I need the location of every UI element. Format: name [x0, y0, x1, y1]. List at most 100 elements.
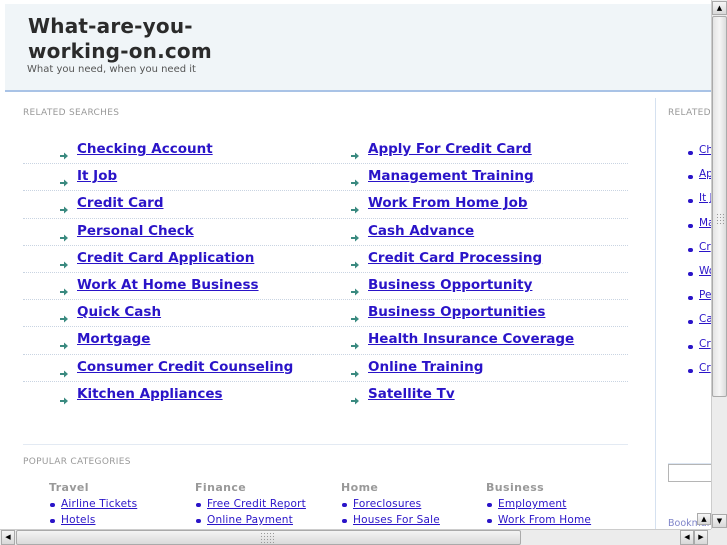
- sidebar-link[interactable]: Ca: [699, 313, 711, 325]
- arrow-right-icon: [351, 281, 359, 296]
- category-link[interactable]: Online Payment: [207, 514, 293, 526]
- category-item: Foreclosures: [341, 497, 486, 513]
- related-search-link[interactable]: Kitchen Appliances: [77, 386, 223, 402]
- category-heading: Home: [341, 481, 379, 494]
- sidebar-related-label: RELATED: [668, 108, 711, 118]
- related-search-link[interactable]: Business Opportunities: [368, 304, 545, 320]
- arrow-right-icon: [351, 199, 359, 214]
- sidebar-link[interactable]: Pe: [699, 289, 711, 301]
- related-search-link[interactable]: Credit Card: [77, 195, 164, 211]
- category-link[interactable]: Houses For Sale: [353, 514, 440, 526]
- vertical-scroll-thumb[interactable]: [712, 16, 727, 397]
- category-link[interactable]: Foreclosures: [353, 498, 421, 510]
- bullet-icon: [688, 271, 693, 276]
- arrow-down-icon: ▼: [716, 517, 723, 525]
- arrow-right-icon: [351, 172, 359, 187]
- related-search-link[interactable]: Management Training: [368, 168, 534, 184]
- related-search-item: Mortgage: [23, 327, 313, 355]
- related-search-link[interactable]: Checking Account: [77, 141, 213, 157]
- bullet-icon: [688, 151, 693, 155]
- category-link[interactable]: Free Credit Report: [207, 498, 306, 510]
- arrow-right-icon: [60, 199, 68, 214]
- related-search-link[interactable]: Work From Home Job: [368, 195, 528, 211]
- category-link[interactable]: Hotels: [61, 514, 95, 526]
- bullet-icon: [688, 199, 693, 204]
- related-search-item: Credit Card: [23, 191, 313, 219]
- related-search-link[interactable]: Mortgage: [77, 331, 150, 347]
- related-search-item: Satellite Tv: [313, 382, 628, 408]
- scroll-left-button-end[interactable]: ◀: [680, 530, 694, 545]
- sidebar-link[interactable]: Wo: [699, 265, 711, 277]
- category-column: Travel Airline Tickets Hotels: [49, 481, 194, 529]
- bullet-icon: [196, 519, 201, 523]
- scroll-right-button[interactable]: ▶: [694, 530, 708, 545]
- grip-icon: [716, 213, 724, 225]
- sidebar-link[interactable]: Ap: [699, 168, 711, 180]
- sidebar-search-input[interactable]: [668, 464, 711, 482]
- horizontal-scrollbar[interactable]: ◀ ◀ ▶: [0, 529, 711, 545]
- sidebar-link[interactable]: Ma: [699, 217, 711, 229]
- sidebar-link[interactable]: Cr: [699, 241, 711, 253]
- sidebar-link[interactable]: It J: [699, 192, 711, 204]
- category-link[interactable]: Employment: [498, 498, 567, 510]
- related-search-link[interactable]: Satellite Tv: [368, 386, 455, 402]
- related-search-link[interactable]: Business Opportunity: [368, 277, 532, 293]
- related-search-link[interactable]: Online Training: [368, 359, 483, 375]
- related-search-item: Kitchen Appliances: [23, 382, 313, 408]
- category-link[interactable]: Work From Home: [498, 514, 591, 526]
- sidebar-link[interactable]: Ch: [699, 144, 711, 156]
- related-search-link[interactable]: Health Insurance Coverage: [368, 331, 574, 347]
- related-search-link[interactable]: It Job: [77, 168, 117, 184]
- page-viewport: What-are-you-working-on.com What you nee…: [0, 0, 711, 529]
- related-search-link[interactable]: Quick Cash: [77, 304, 161, 320]
- arrow-right-icon: [351, 390, 359, 405]
- related-search-item: Consumer Credit Counseling: [23, 355, 313, 382]
- scroll-up-button[interactable]: ▲: [712, 1, 727, 15]
- arrow-right-icon: [351, 254, 359, 269]
- bullet-icon: [50, 503, 55, 507]
- category-item: Free Credit Report: [195, 497, 340, 513]
- related-search-link[interactable]: Credit Card Application: [77, 250, 254, 266]
- scroll-left-button[interactable]: ◀: [1, 530, 15, 545]
- bullet-icon: [342, 503, 347, 507]
- arrow-right-icon: [351, 145, 359, 160]
- arrow-right-icon: [60, 390, 68, 405]
- arrow-up-icon: ▲: [701, 515, 707, 523]
- related-search-link[interactable]: Cash Advance: [368, 223, 474, 239]
- bullet-icon: [688, 175, 693, 180]
- related-search-link[interactable]: Apply For Credit Card: [368, 141, 532, 157]
- sidebar-link[interactable]: Cr: [699, 338, 711, 350]
- scroll-down-button[interactable]: ▼: [712, 514, 727, 528]
- related-search-item: Work At Home Business: [23, 273, 313, 301]
- related-search-link[interactable]: Work At Home Business: [77, 277, 259, 293]
- bullet-icon: [688, 223, 693, 228]
- category-item: Hotels: [49, 513, 194, 529]
- arrow-right-icon: [60, 335, 68, 350]
- arrow-right-icon: [351, 227, 359, 242]
- bullet-icon: [196, 503, 201, 507]
- bullet-icon: [50, 519, 55, 523]
- related-search-item: Online Training: [313, 355, 628, 382]
- arrow-right-icon: [60, 254, 68, 269]
- related-search-link[interactable]: Consumer Credit Counseling: [77, 359, 293, 375]
- arrow-left-icon: ◀: [5, 533, 11, 541]
- arrow-right-icon: ▶: [698, 533, 704, 541]
- inner-scroll-up-button[interactable]: ▲: [697, 513, 711, 525]
- related-search-item: Credit Card Application: [23, 246, 313, 273]
- arrow-right-icon: [351, 335, 359, 350]
- category-column: Finance Free Credit Report Online Payment: [195, 481, 340, 529]
- related-search-link[interactable]: Credit Card Processing: [368, 250, 542, 266]
- grip-icon: [260, 532, 274, 543]
- sidebar-link[interactable]: Cr: [699, 362, 711, 374]
- related-search-link[interactable]: Personal Check: [77, 223, 194, 239]
- arrow-left-icon: ◀: [684, 533, 690, 541]
- related-search-item: Personal Check: [23, 219, 313, 246]
- vertical-scrollbar[interactable]: ▲ ▼: [711, 0, 727, 529]
- category-item: Airline Tickets: [49, 497, 194, 513]
- category-item: Online Payment: [195, 513, 340, 529]
- category-link[interactable]: Airline Tickets: [61, 498, 137, 510]
- site-tagline: What you need, when you need it: [27, 64, 196, 75]
- bullet-icon: [688, 368, 693, 373]
- category-heading: Business: [486, 481, 545, 494]
- horizontal-scroll-thumb[interactable]: [16, 530, 521, 545]
